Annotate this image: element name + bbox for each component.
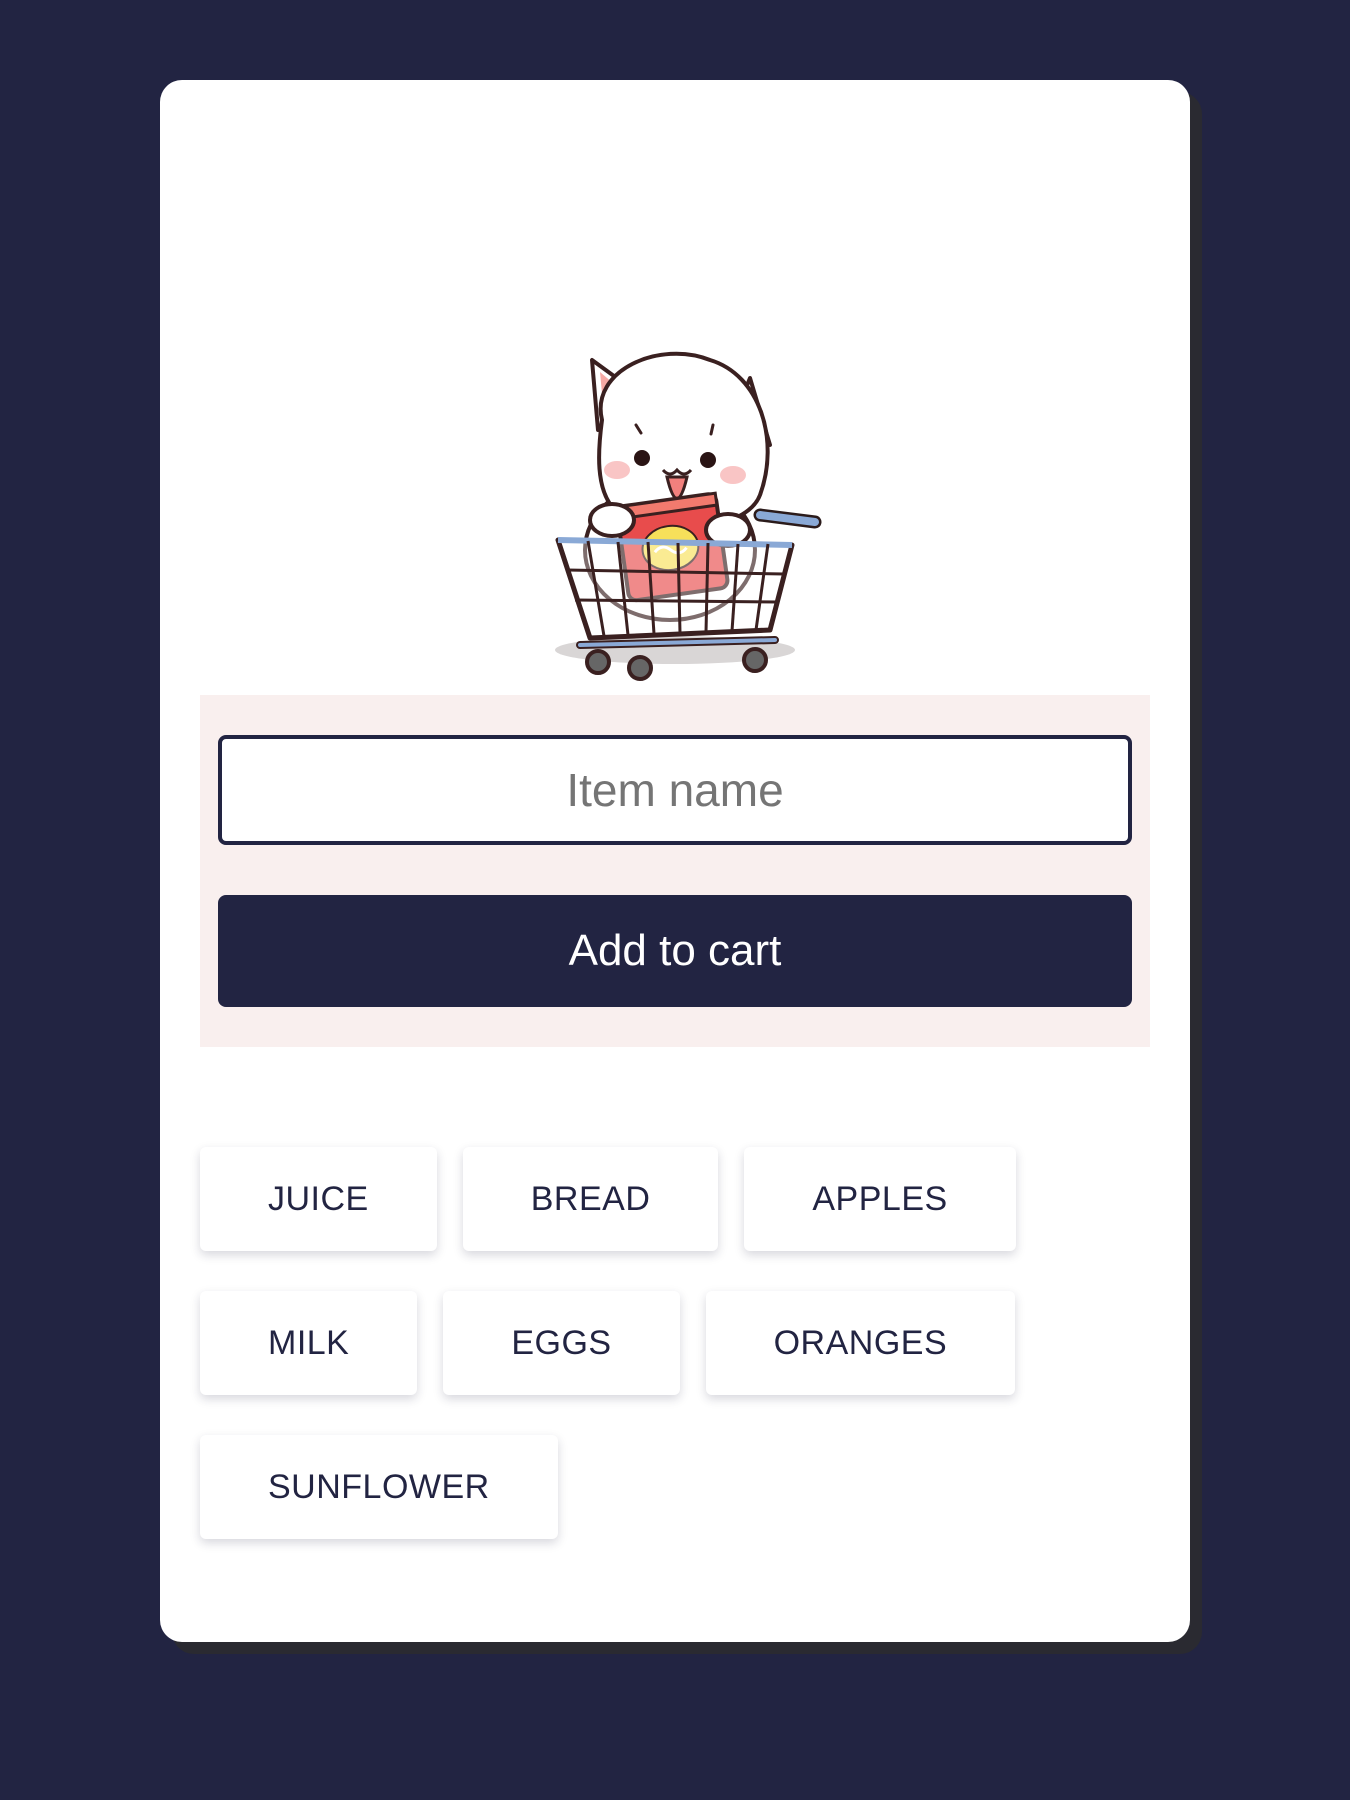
cart-items-list: JUICE BREAD APPLES MILK EGGS ORANGES SUN…: [200, 1147, 1150, 1579]
shopping-card: Add to cart JUICE BREAD APPLES MILK EGGS…: [160, 80, 1190, 1642]
add-item-form: Add to cart: [200, 695, 1150, 1047]
list-item[interactable]: JUICE: [200, 1147, 437, 1251]
list-item[interactable]: SUNFLOWER: [200, 1435, 558, 1539]
items-row: SUNFLOWER: [200, 1435, 1150, 1539]
list-item[interactable]: ORANGES: [705, 1291, 1016, 1395]
items-row: MILK EGGS ORANGES: [200, 1291, 1150, 1395]
list-item[interactable]: EGGS: [443, 1291, 680, 1395]
list-item[interactable]: MILK: [200, 1291, 418, 1395]
add-to-cart-button[interactable]: Add to cart: [218, 895, 1132, 1007]
item-name-input[interactable]: [218, 735, 1132, 845]
cat-cart-image: [520, 220, 830, 700]
list-item[interactable]: BREAD: [462, 1147, 719, 1251]
list-item[interactable]: APPLES: [744, 1147, 1016, 1251]
cat-in-cart-icon: [555, 351, 822, 681]
items-row: JUICE BREAD APPLES: [200, 1147, 1150, 1251]
